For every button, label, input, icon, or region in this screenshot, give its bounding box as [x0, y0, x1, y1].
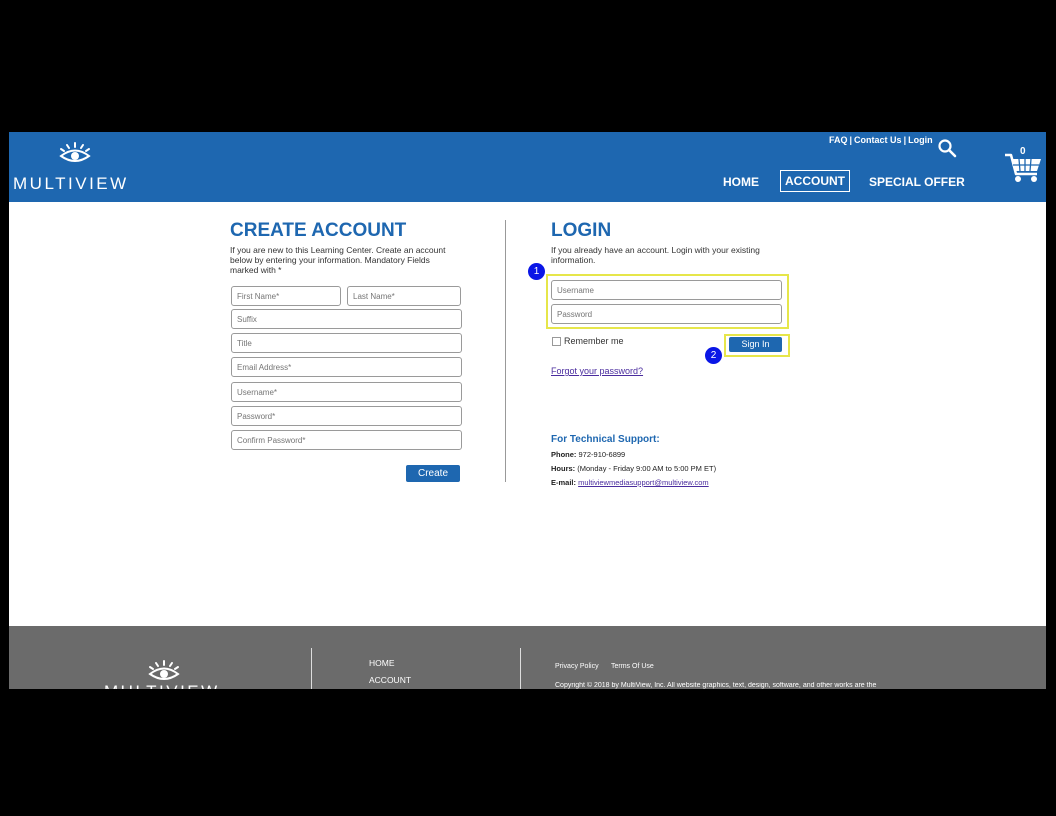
email-label: E-mail:	[551, 478, 577, 487]
forgot-password-link[interactable]: Forgot your password?	[551, 366, 643, 376]
support-title: For Technical Support:	[551, 434, 660, 445]
checkbox-box[interactable]	[552, 337, 561, 347]
last-name-field[interactable]	[347, 286, 461, 306]
create-account-title: CREATE ACCOUNT	[230, 220, 407, 241]
confirm-password-field[interactable]	[231, 430, 462, 450]
terms-of-use-link[interactable]: Terms Of Use	[611, 663, 654, 670]
copyright-text: Copyright © 2018 by MultiView, Inc. All …	[555, 682, 877, 689]
logo-wordmark: MULTIVIEW	[13, 174, 129, 193]
create-password-field[interactable]	[231, 406, 462, 426]
eye-logo-icon	[59, 142, 91, 162]
nav-account[interactable]: ACCOUNT	[780, 170, 850, 192]
nav-home[interactable]: HOME	[723, 175, 759, 189]
suffix-field[interactable]	[231, 309, 462, 329]
phone-value: 972-910-6899	[578, 450, 626, 459]
contact-us-link[interactable]: Contact Us	[854, 135, 902, 145]
create-account-intro: If you are new to this Learning Center. …	[230, 245, 446, 275]
sign-in-button[interactable]: Sign In	[729, 337, 782, 352]
site-header: MULTIVIEW FAQ | Contact Us | Login 0 HOME AC…	[9, 132, 1046, 202]
support-email-link[interactable]: multiviewmediasupport@multiview.com	[578, 478, 709, 487]
footer-account-link[interactable]: ACCOUNT	[369, 675, 411, 685]
remember-me-checkbox[interactable]: Remember me	[552, 336, 624, 347]
remember-me-label: Remember me	[564, 336, 624, 346]
column-divider	[505, 220, 506, 482]
login-username-field[interactable]	[551, 280, 782, 300]
footer-divider	[311, 648, 312, 689]
eye-logo-icon	[148, 660, 180, 680]
step-marker-2: 2	[705, 347, 722, 364]
create-button[interactable]: Create	[406, 465, 460, 482]
search-icon[interactable]	[937, 138, 957, 158]
page-viewport: MULTIVIEW FAQ | Contact Us | Login 0 HOME AC…	[9, 132, 1046, 689]
footer-divider	[520, 648, 521, 689]
title-field[interactable]	[231, 333, 462, 353]
create-username-field[interactable]	[231, 382, 462, 402]
login-password-field[interactable]	[551, 304, 782, 324]
footer-wordmark: MULTIVIEW	[104, 682, 220, 689]
login-title: LOGIN	[551, 220, 612, 241]
login-link[interactable]: Login	[908, 135, 933, 145]
email-field[interactable]	[231, 357, 462, 377]
support-hours: Hours: (Monday - Friday 9:00 AM to 5:00 …	[551, 464, 716, 473]
separator: |	[903, 135, 907, 145]
phone-label: Phone:	[551, 450, 577, 459]
support-phone: Phone: 972-910-6899	[551, 450, 625, 459]
privacy-policy-link[interactable]: Privacy Policy	[555, 663, 599, 670]
hours-value: (Monday - Friday 9:00 AM to 5:00 PM ET)	[577, 464, 717, 473]
site-footer: MULTIVIEW HOME ACCOUNT Privacy Policy Te…	[9, 626, 1046, 689]
utility-links: FAQ | Contact Us | Login	[829, 135, 933, 145]
hours-label: Hours:	[551, 464, 576, 473]
footer-home-link[interactable]: HOME	[369, 658, 395, 668]
cart-count-badge: 0	[1020, 146, 1026, 157]
nav-special-offer[interactable]: SPECIAL OFFER	[869, 175, 965, 189]
separator: |	[849, 135, 853, 145]
faq-link[interactable]: FAQ	[829, 135, 848, 145]
login-intro: If you already have an account. Login wi…	[551, 245, 760, 265]
first-name-field[interactable]	[231, 286, 341, 306]
step-marker-1: 1	[528, 263, 545, 280]
multiview-logo[interactable]: MULTIVIEW	[13, 142, 143, 194]
support-email: E-mail: multiviewmediasupport@multiview.…	[551, 478, 709, 487]
